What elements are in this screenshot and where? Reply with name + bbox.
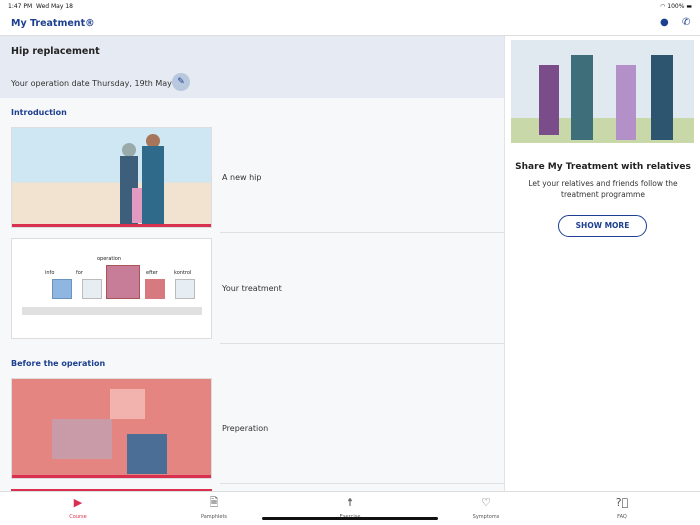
- item-label[interactable]: Preperation: [222, 424, 268, 433]
- item-label[interactable]: Your treatment: [222, 284, 282, 293]
- app-logo: My Treatment®: [11, 18, 95, 29]
- tab-label: Course: [69, 514, 87, 520]
- thumbnail-new-hip[interactable]: [11, 127, 212, 228]
- divider: [220, 343, 504, 344]
- home-indicator[interactable]: [262, 517, 438, 520]
- share-panel: Share My Treatment with relatives Let yo…: [506, 36, 700, 491]
- edit-date-button[interactable]: ✎: [172, 73, 190, 91]
- battery-level: 100%: [667, 3, 685, 10]
- status-date: Wed May 18: [36, 3, 73, 10]
- step-label: info: [45, 270, 55, 276]
- step-label: kontrol: [174, 270, 192, 276]
- document-icon: 🗎: [209, 496, 219, 509]
- operation-date: Your operation date Thursday, 19th May: [11, 79, 172, 88]
- item-label[interactable]: A new hip: [222, 173, 261, 182]
- step-label: efter: [146, 270, 158, 276]
- family-illustration: [511, 40, 694, 143]
- step-label: operation: [97, 256, 122, 262]
- tab-label: FAQ: [617, 514, 627, 520]
- divider: [220, 483, 504, 484]
- exercise-figure-icon: ☨: [347, 496, 353, 509]
- step-label: for: [76, 270, 83, 276]
- tab-label: Symptoms: [472, 514, 500, 520]
- phone-icon[interactable]: ✆: [682, 17, 694, 29]
- status-time: 1:47 PM: [8, 3, 33, 10]
- app-bar: My Treatment® ● ✆: [0, 14, 700, 36]
- share-title: Share My Treatment with relatives: [515, 162, 691, 172]
- divider: [220, 232, 504, 233]
- battery-icon: ▬: [686, 3, 692, 10]
- tab-symptoms[interactable]: ♡ Symptoms: [446, 496, 526, 520]
- treatment-header: Hip replacement Your operation date Thur…: [0, 36, 504, 98]
- tab-course[interactable]: ▶ Course: [38, 496, 118, 520]
- thumbnail-your-treatment[interactable]: info for operation efter kontrol: [11, 238, 212, 339]
- share-text: Let your relatives and friends follow th…: [528, 179, 678, 199]
- heart-icon: ♡: [481, 496, 491, 509]
- tab-label: Pamphlets: [200, 514, 228, 520]
- show-more-button[interactable]: SHOW MORE: [558, 215, 647, 237]
- tab-pamphlets[interactable]: 🗎 Pamphlets: [174, 496, 254, 520]
- question-circle-icon: ?⃝: [615, 496, 629, 509]
- section-title: Before the operation: [11, 359, 106, 368]
- course-list: Hip replacement Your operation date Thur…: [0, 36, 505, 491]
- status-bar: 1:47 PM Wed May 18 ◠ 100% ▬: [8, 3, 692, 13]
- section-title: Introduction: [11, 108, 67, 117]
- profile-icon[interactable]: ●: [660, 17, 672, 29]
- page-title: Hip replacement: [11, 46, 100, 57]
- play-circle-icon: ▶: [73, 496, 83, 509]
- thumbnail-preparation[interactable]: [11, 378, 212, 479]
- tab-faq[interactable]: ?⃝ FAQ: [582, 496, 662, 520]
- wifi-icon: ◠: [660, 3, 666, 10]
